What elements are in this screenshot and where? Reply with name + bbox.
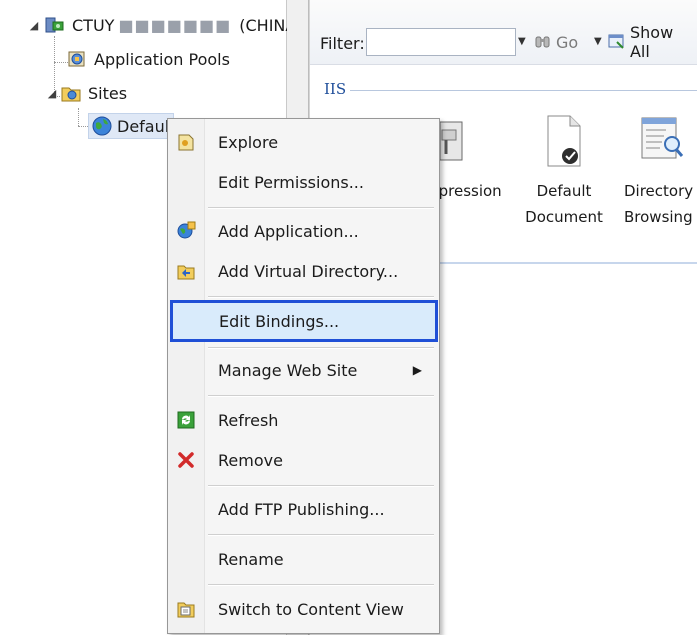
tree-node-default-web-site[interactable]: Defaul [88, 113, 175, 139]
menu-item-label: Manage Web Site [218, 360, 358, 380]
refresh-icon [177, 411, 195, 429]
menu-item-switch-to-content-view[interactable]: Switch to Content View [170, 590, 436, 628]
directory-browsing-icon [638, 112, 688, 172]
menu-item-rename[interactable]: Rename [170, 540, 436, 578]
filter-toolbar: Filter: ▼ Go ▼ Show All [310, 0, 697, 65]
menu-item-add-virtual-directory[interactable]: Add Virtual Directory... [170, 252, 436, 290]
feature-label: Directory Browsing [624, 182, 694, 226]
menu-separator [208, 485, 434, 487]
menu-item-label: Explore [218, 132, 279, 152]
menu-separator [208, 207, 434, 209]
group-divider [350, 90, 697, 91]
show-all-button[interactable]: Show All [608, 23, 697, 61]
feature-directory-browsing[interactable]: Directory Browsing [624, 178, 697, 230]
default-document-icon [542, 112, 586, 172]
menu-item-manage-web-site[interactable]: Manage Web Site ▶ [170, 351, 436, 389]
menu-item-label: Edit Bindings... [219, 311, 340, 331]
menu-item-add-application[interactable]: Add Application... [170, 212, 436, 250]
tree-node-label: Sites [88, 83, 128, 103]
submenu-arrow-icon: ▶ [412, 363, 422, 377]
menu-item-label: Remove [218, 450, 283, 470]
group-label-iis: IIS [324, 80, 347, 98]
menu-item-label: Edit Permissions... [218, 172, 364, 192]
add-application-icon [177, 221, 196, 239]
server-icon [45, 17, 64, 33]
context-menu: Explore Edit Permissions... Add Applicat… [167, 118, 440, 634]
menu-item-label: Rename [218, 549, 284, 569]
menu-item-label: Add Virtual Directory... [218, 261, 399, 281]
menu-item-remove[interactable]: Remove [170, 441, 436, 479]
menu-separator [208, 395, 434, 397]
collapse-icon[interactable]: ◢ [28, 19, 40, 32]
tree-node-label: Defaul [117, 116, 170, 136]
filter-label: Filter: [320, 34, 365, 53]
menu-separator [208, 584, 434, 586]
collapse-icon[interactable]: ◢ [46, 87, 58, 100]
server-name-redacted: ■■■■■■■ [118, 15, 232, 35]
menu-separator [208, 296, 434, 298]
feature-default-document[interactable]: Default Document [518, 178, 610, 230]
menu-separator [208, 347, 434, 349]
globe-icon [92, 116, 112, 136]
tree-node-application-pools[interactable]: Application Pools [66, 48, 230, 70]
menu-item-label: Add Application... [218, 221, 359, 241]
feature-label: Default Document [525, 182, 603, 226]
application-pools-icon [68, 51, 85, 67]
menu-item-explore[interactable]: Explore [170, 123, 436, 161]
tree-node-server[interactable]: ◢ CTUY ■■■■■■■ (CHINA\I0 [28, 14, 317, 36]
filter-dropdown-icon[interactable]: ▼ [518, 36, 526, 47]
sites-folder-icon [61, 87, 81, 102]
menu-item-label: Add FTP Publishing... [218, 499, 385, 519]
menu-item-label: Refresh [218, 410, 279, 430]
menu-separator [208, 534, 434, 536]
explore-icon [178, 134, 194, 151]
tree-node-sites[interactable]: ◢ Sites [46, 82, 127, 104]
content-view-icon [177, 602, 195, 618]
menu-item-refresh[interactable]: Refresh [170, 401, 436, 439]
server-name-prefix: CTUY [72, 15, 115, 35]
menu-item-edit-permissions[interactable]: Edit Permissions... [170, 163, 436, 201]
go-button[interactable]: Go [534, 30, 578, 54]
add-virtual-directory-icon [177, 265, 195, 280]
menu-item-label: Switch to Content View [218, 599, 404, 619]
show-all-label: Show All [629, 23, 674, 61]
go-label: Go [556, 32, 579, 52]
remove-icon [178, 452, 194, 468]
show-all-icon [608, 34, 624, 49]
menu-item-add-ftp-publishing[interactable]: Add FTP Publishing... [170, 490, 436, 528]
tree-node-label: Application Pools [94, 49, 230, 69]
go-dropdown-icon[interactable]: ▼ [594, 36, 602, 47]
binoculars-icon [535, 36, 550, 48]
filter-input[interactable] [366, 28, 516, 56]
menu-item-edit-bindings[interactable]: Edit Bindings... [170, 300, 438, 342]
